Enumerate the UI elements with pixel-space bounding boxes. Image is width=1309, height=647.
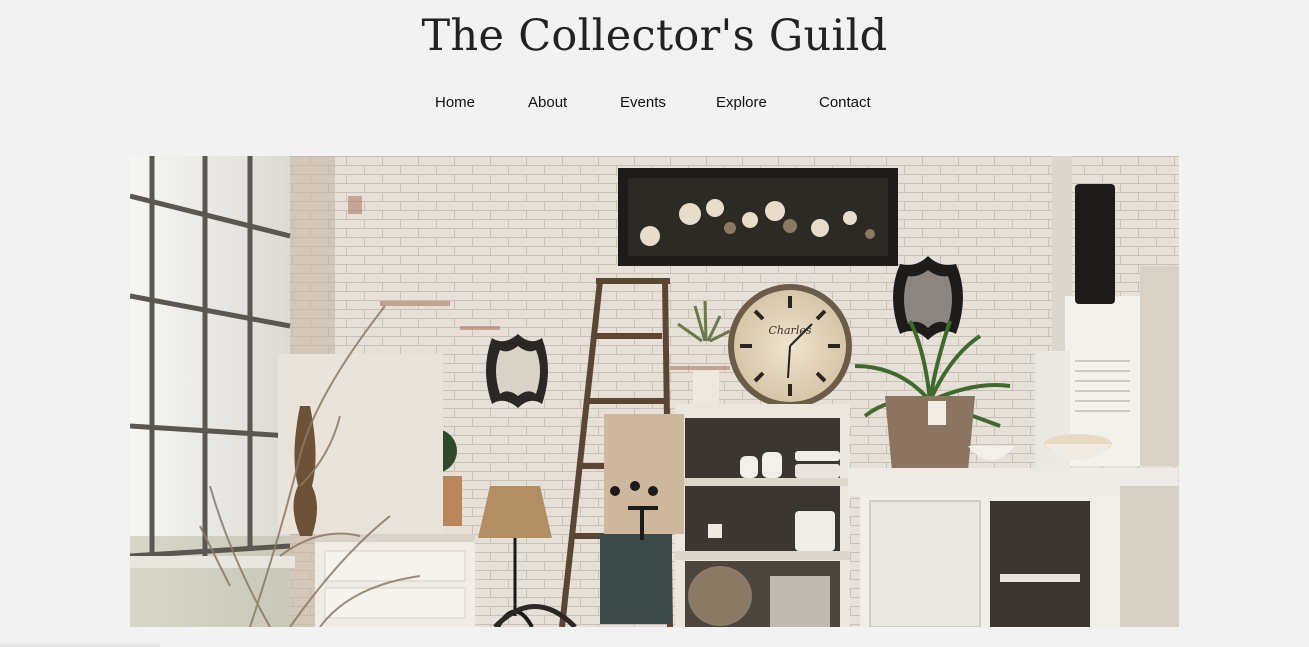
- nav-events-link[interactable]: Events: [620, 92, 666, 114]
- main-navigation: Home About Events Explore Contact: [0, 92, 1309, 114]
- antique-shop-illustration: Charles: [130, 156, 1179, 627]
- nav-contact-link[interactable]: Contact: [819, 92, 871, 114]
- hero-image: Charles: [130, 156, 1179, 627]
- nav-home-link[interactable]: Home: [435, 92, 475, 114]
- clock-brand-text: Charles: [769, 324, 812, 337]
- site-title: The Collector's Guild: [421, 11, 888, 61]
- nav-about-link[interactable]: About: [528, 92, 567, 114]
- nav-explore-link[interactable]: Explore: [716, 92, 767, 114]
- window: [130, 156, 295, 627]
- scroll-shadow: [0, 641, 160, 647]
